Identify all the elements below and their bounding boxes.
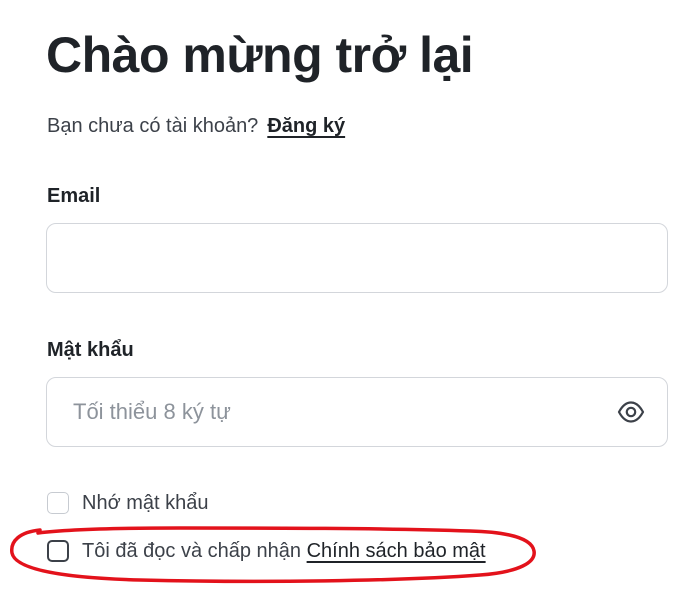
- signup-prompt-text: Bạn chưa có tài khoản?: [47, 115, 259, 137]
- remember-me-checkbox[interactable]: [47, 492, 69, 514]
- password-field-container: [46, 377, 668, 447]
- terms-checkbox[interactable]: [47, 540, 69, 562]
- page-title: Chào mừng trở lại: [46, 27, 474, 83]
- login-page: Chào mừng trở lại Bạn chưa có tài khoản?…: [0, 0, 696, 594]
- email-field-container: [46, 223, 668, 293]
- password-label: Mật khẩu: [47, 339, 134, 361]
- terms-label: Tôi đã đọc và chấp nhận Chính sách bảo m…: [82, 538, 486, 564]
- terms-prefix: Tôi đã đọc và chấp nhận: [82, 540, 302, 562]
- password-field[interactable]: [73, 378, 613, 445]
- privacy-policy-link[interactable]: Chính sách bảo mật: [307, 540, 486, 562]
- remember-me-label[interactable]: Nhớ mật khẩu: [82, 490, 209, 516]
- email-label: Email: [47, 185, 101, 207]
- signup-link[interactable]: Đăng ký: [267, 115, 345, 137]
- email-field[interactable]: [73, 224, 613, 291]
- eye-icon[interactable]: [617, 400, 645, 424]
- signup-prompt-row: Bạn chưa có tài khoản? Đăng ký: [47, 113, 345, 139]
